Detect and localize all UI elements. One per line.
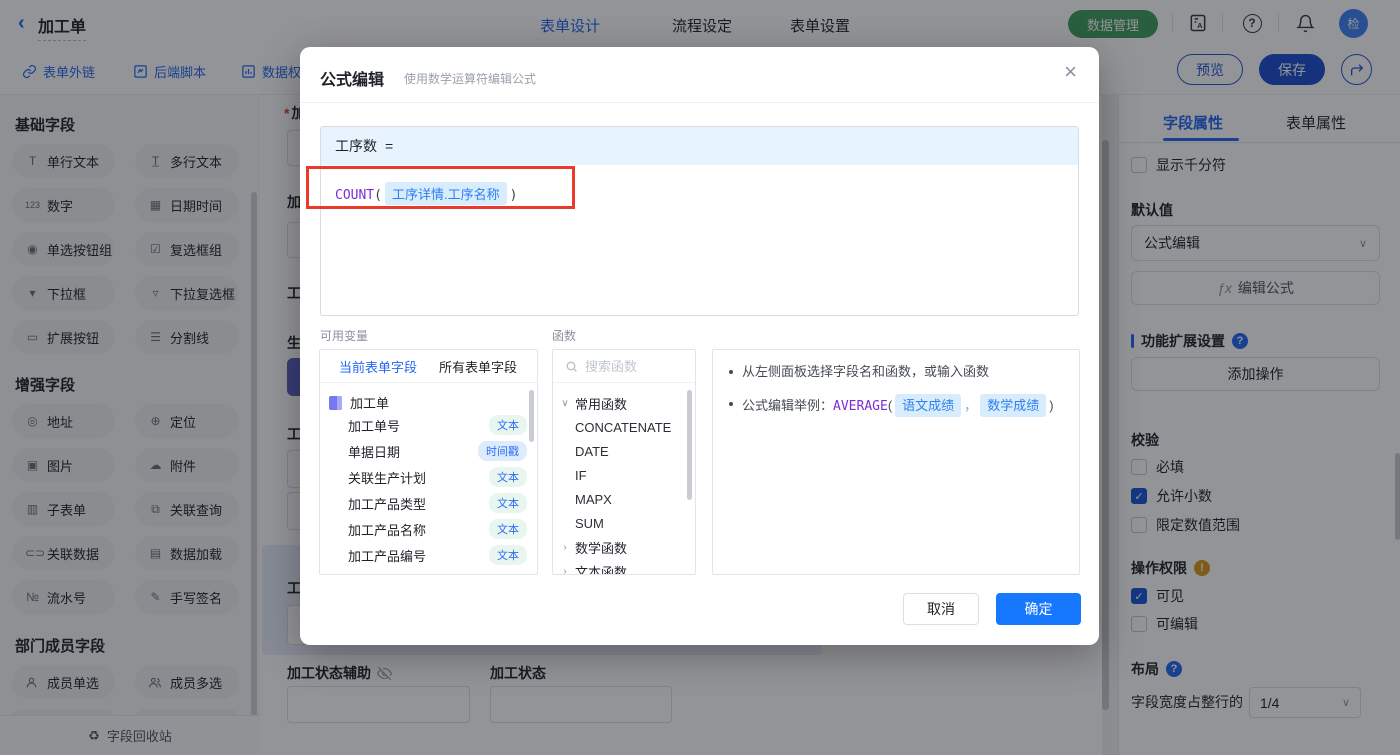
field-chip[interactable]: 工序详情.工序名称 [384,182,507,205]
example-prefix: 公式编辑举例： [742,398,834,413]
modal-title: 公式编辑 [320,72,385,89]
function-group-math[interactable]: › 数学函数 [560,535,695,559]
field-chip: 语文成绩 [895,394,962,417]
chevron-down-icon: ∨ [561,397,569,409]
variable-row[interactable]: 关联生产计划 文本 [348,464,527,490]
tree-root-label: 加工单 [350,396,390,411]
chevron-right-icon: › [563,565,567,575]
tab-current-form-fields[interactable]: 当前表单字段 [339,357,417,376]
type-badge: 文本 [489,415,527,435]
form-designer-app: ‹ 加工单 表单设计 流程设定 表单设置 数据管理 A ? 检 表单外链 后端脚… [0,0,1400,755]
field-chip: 数学成绩 [980,394,1047,417]
variables-scrollbar[interactable] [529,390,534,442]
type-badge: 文本 [489,519,527,539]
variables-panel: 当前表单字段 所有表单字段 加工单 加工单号 文本 单据日期 时间戳 关联生产计划文… [319,349,538,575]
confirm-button[interactable]: 确定 [996,593,1081,625]
function-search[interactable] [553,350,695,383]
variable-row[interactable]: 单据日期 时间戳 [348,438,527,464]
type-badge: 文本 [489,467,527,487]
variable-name: 单据日期 [348,444,401,460]
variable-name: 加工产品类型 [348,496,427,512]
paren-close: ) [509,188,518,203]
variable-row[interactable]: 加工产品类型 文本 [348,490,527,516]
form-doc-icon [329,395,342,410]
comma: ， [964,398,978,413]
variables-tabs: 当前表单字段 所有表单字段 [320,350,537,383]
modal-header-divider [300,102,1099,103]
bullet-dot [729,370,733,374]
function-item-date[interactable]: DATE [575,439,695,463]
group-label: 数学函数 [575,540,628,556]
cancel-button[interactable]: 取消 [903,593,979,625]
group-label: 文本函数 [575,564,628,575]
variable-name: 加工产品名称 [348,522,427,538]
formula-expression[interactable]: COUNT(工序详情.工序名称) [321,165,1078,222]
type-badge: 文本 [489,545,527,565]
function-item-if[interactable]: IF [575,463,695,487]
help-panel: 从左侧面板选择字段名和函数，或输入函数 公式编辑举例：AVERAGE(语文成绩，… [712,349,1080,575]
group-label: 常用函数 [575,396,628,412]
modal-subtitle: 使用数学运算符编辑公式 [404,72,537,86]
variable-row[interactable]: 加工产品编号 文本 [348,542,527,568]
variables-label: 可用变量 [320,329,369,343]
formula-editor-box[interactable]: 工序数 = COUNT(工序详情.工序名称) [320,126,1079,316]
variable-name: 关联生产计划 [348,470,427,486]
function-name: COUNT [335,188,375,203]
bullet-dot [729,402,733,406]
function-item-mapx[interactable]: MAPX [575,487,695,511]
functions-label: 函数 [552,329,577,343]
paren-close: ) [1049,398,1054,413]
variable-name: 加工单号 [348,418,401,434]
type-badge: 时间戳 [478,441,527,461]
function-search-input[interactable] [585,358,680,374]
variable-row[interactable]: 加工产品名称 文本 [348,516,527,542]
help-bullet-1: 从左侧面板选择字段名和函数，或输入函数 [729,362,1079,381]
close-icon[interactable]: × [1064,61,1077,83]
chevron-right-icon: › [563,541,567,553]
function-name: AVERAGE [833,399,888,414]
formula-target-field: 工序数 [335,138,377,154]
search-icon [566,361,577,372]
variable-row[interactable]: 加工单号 文本 [348,412,527,438]
function-item-concatenate[interactable]: CONCATENATE [575,415,695,439]
help-bullet-2: 公式编辑举例：AVERAGE(语文成绩，数学成绩) [729,394,1079,417]
equals-sign: = [385,138,394,154]
type-badge: 文本 [489,493,527,513]
functions-panel: ∨ 常用函数 CONCATENATE DATE IF MAPX SUM › 数学… [552,349,696,575]
paren-open: ( [887,398,893,413]
function-group-text[interactable]: › 文本函数 [560,559,695,575]
tree-root-form[interactable]: 加工单 [329,393,537,412]
formula-target-strip: 工序数 = [321,127,1078,165]
function-item-sum[interactable]: SUM [575,511,695,535]
formula-editor-modal: 公式编辑 使用数学运算符编辑公式 × 工序数 = COUNT(工序详情.工序名称… [300,47,1099,645]
function-group-common[interactable]: ∨ 常用函数 [560,391,695,415]
variable-name: 加工产品编号 [348,548,427,564]
tab-all-form-fields[interactable]: 所有表单字段 [439,357,517,376]
functions-scrollbar[interactable] [687,390,692,500]
paren-open: ( [374,188,382,203]
